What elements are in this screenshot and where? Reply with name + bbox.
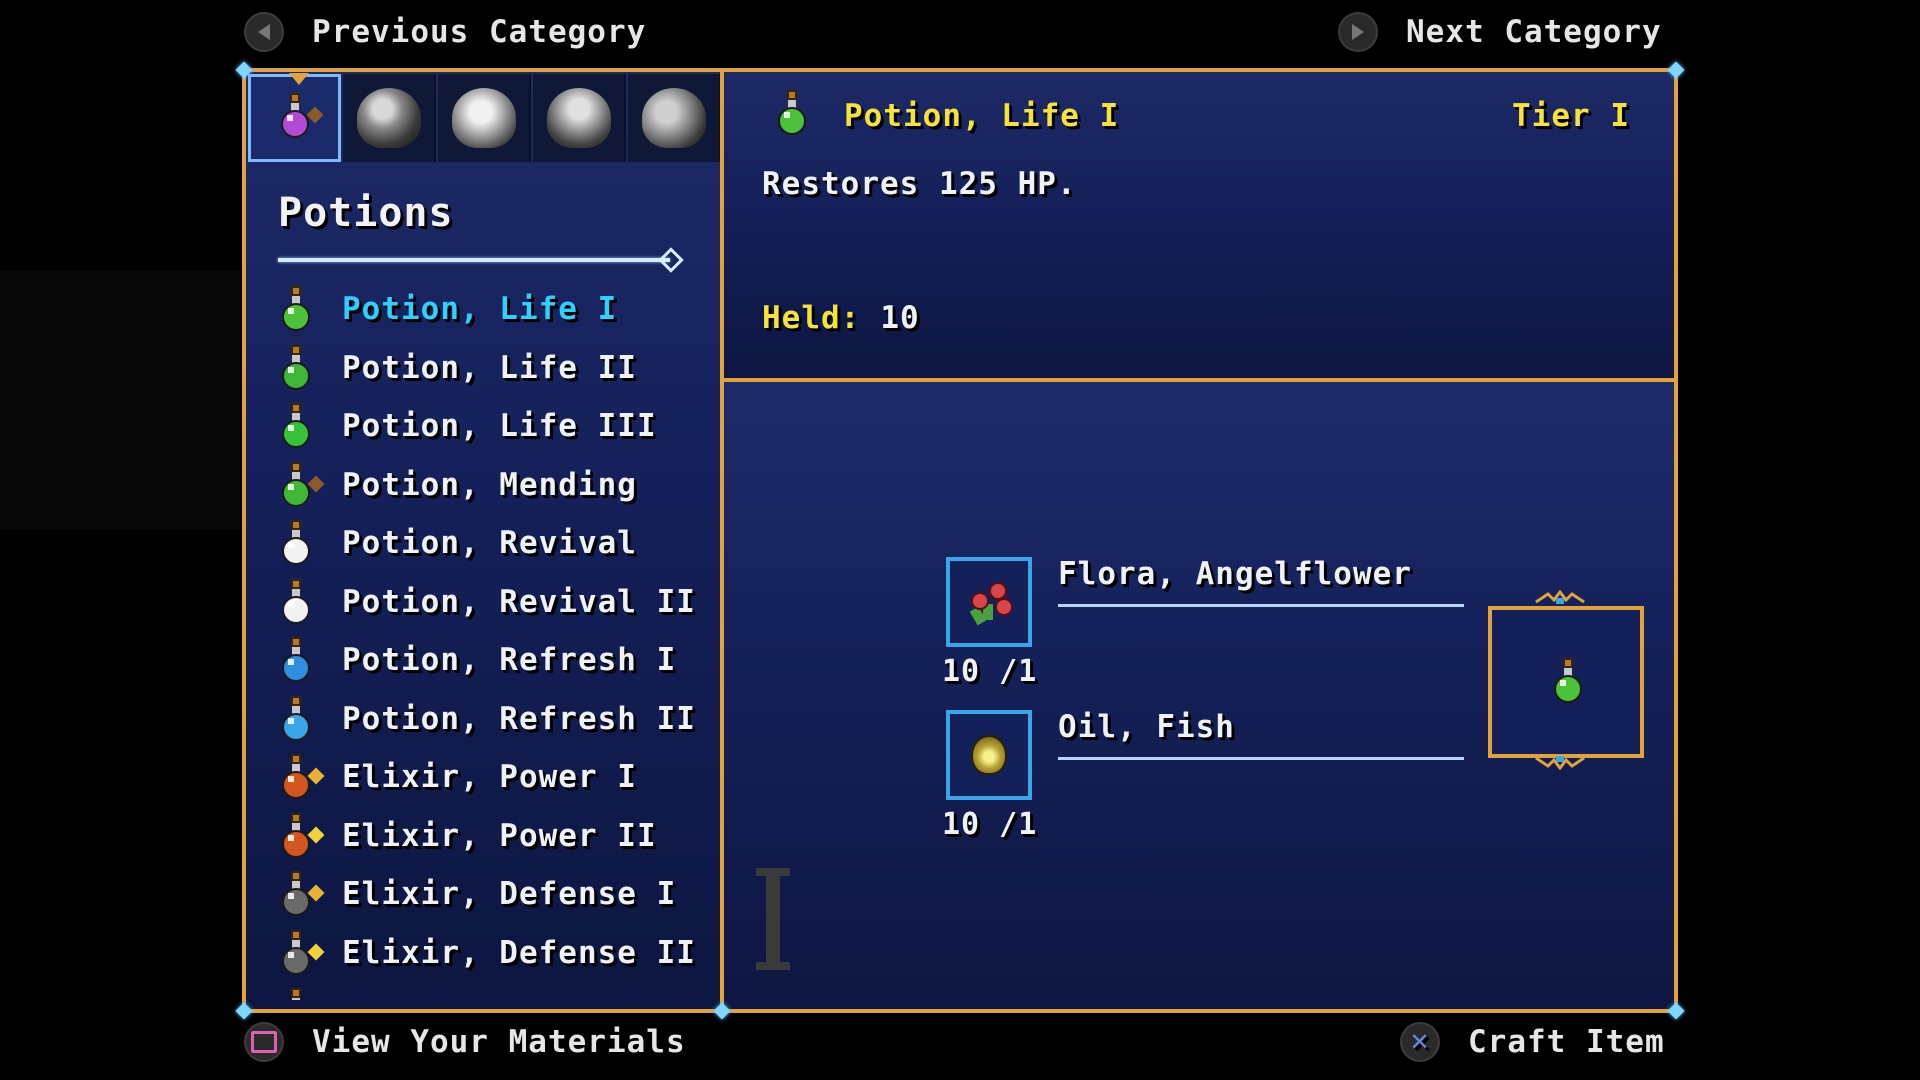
held-value: 10 <box>880 300 920 336</box>
material-slot[interactable] <box>946 557 1032 647</box>
potion-icon <box>276 928 325 978</box>
list-item-label: Elixir, Defense I <box>342 876 677 913</box>
material-name: Flora, Angelflower <box>1058 556 1412 592</box>
item-description: Restores 125 HP. <box>762 166 1077 202</box>
potion-category-icon <box>275 91 323 145</box>
active-tab-marker-icon <box>289 73 309 85</box>
list-item[interactable]: Elixir, Power I <box>276 748 716 807</box>
angelflower-icon <box>961 578 1017 626</box>
character-portrait-icon <box>451 88 516 148</box>
corner-ornament <box>1667 1002 1685 1020</box>
potion-icon <box>276 460 325 510</box>
list-item[interactable]: Potion, Mending <box>276 456 716 515</box>
material-name: Oil, Fish <box>1058 709 1235 745</box>
potion-icon <box>276 343 316 393</box>
text-cursor-icon <box>756 868 790 970</box>
potion-icon <box>276 811 325 861</box>
list-item-label: Potion, Life I <box>342 291 618 328</box>
ornament-bottom-icon <box>1535 756 1585 770</box>
material-count: 10 /1 <box>942 807 1038 842</box>
material-underline <box>1058 604 1464 607</box>
list-item-label: Potion, Refresh II <box>342 700 696 737</box>
corner-ornament <box>1667 61 1685 79</box>
character-portrait-icon <box>546 88 611 148</box>
held-count: Held: 10 <box>762 300 920 336</box>
potion-icon <box>276 401 316 451</box>
corner-ornament <box>235 1002 253 1020</box>
crafted-item-slot[interactable] <box>1488 606 1644 758</box>
potion-icon <box>276 986 316 1000</box>
recipe-list[interactable]: Potion, Life I Potion, Life II Potion, Lif… <box>276 280 716 1000</box>
list-item[interactable]: Potion, Life II <box>276 339 716 398</box>
background-scene <box>0 270 240 530</box>
material-count: 10 /1 <box>942 654 1038 689</box>
potion-icon <box>276 694 316 744</box>
list-item-label: Elixir, Power II <box>342 817 657 854</box>
material-underline <box>1058 757 1464 760</box>
tab-potions[interactable] <box>248 73 341 162</box>
l1-button-icon <box>244 12 284 52</box>
potion-icon <box>276 577 316 627</box>
item-tier: Tier I <box>1512 98 1630 134</box>
view-materials-prompt[interactable]: View Your Materials <box>244 1022 686 1062</box>
list-item-label: Elixir, Power I <box>342 759 637 796</box>
tab-character-3[interactable] <box>533 74 626 162</box>
ornament-top-icon <box>1535 590 1585 604</box>
list-item-label: Potion, Revival <box>342 525 637 562</box>
list-item-label: Potion, Refresh I <box>342 642 677 679</box>
list-item[interactable]: Elixir, Power II <box>276 807 716 866</box>
potion-icon <box>276 518 316 568</box>
potion-icon <box>276 635 316 685</box>
category-title: Potions <box>278 190 454 236</box>
item-name: Potion, Life I <box>844 98 1120 134</box>
item-list-panel: Potions Potion, Life I Potion, Life II Pot… <box>235 61 724 1020</box>
potion-icon <box>276 752 325 802</box>
list-item[interactable]: Potion, Revival <box>276 514 716 573</box>
list-item[interactable]: Potion, Refresh II <box>276 690 716 749</box>
tab-character-1[interactable] <box>343 74 436 162</box>
view-materials-label: View Your Materials <box>312 1024 686 1060</box>
list-item[interactable]: Potion, Life III <box>276 397 716 456</box>
item-detail-panel: Potion, Life I Tier I Restores 125 HP. H… <box>720 61 1685 382</box>
potion-life-icon <box>1548 656 1588 710</box>
list-item-label: Potion, Revival II <box>342 583 696 620</box>
list-item[interactable]: Potion, Refresh I <box>276 631 716 690</box>
list-item-label: Potion, Life II <box>342 349 637 386</box>
held-label: Held: <box>762 300 861 336</box>
list-item-label: Potion, Mending <box>342 466 637 503</box>
potion-life-icon <box>772 88 812 142</box>
craft-item-label: Craft Item <box>1468 1024 1665 1060</box>
square-button-icon <box>244 1022 284 1062</box>
list-item[interactable] <box>276 982 716 1000</box>
list-item-label: Potion, Life III <box>342 408 657 445</box>
material-slot[interactable] <box>946 710 1032 800</box>
list-item-label: Elixir, Defense II <box>342 934 696 971</box>
character-portrait-icon <box>641 88 706 148</box>
list-item[interactable]: Potion, Revival II <box>276 573 716 632</box>
character-portrait-icon <box>356 88 421 148</box>
potion-icon <box>276 869 325 919</box>
potion-icon <box>276 284 316 334</box>
tab-character-4[interactable] <box>628 74 721 162</box>
fish-oil-icon <box>971 735 1007 775</box>
list-item[interactable]: Potion, Life I <box>276 280 716 339</box>
recipe-panel: Flora, Angelflower 10 /1 Oil, Fish 10 /1 <box>713 378 1685 1020</box>
cross-button-icon: ✕ <box>1400 1022 1440 1062</box>
tab-character-2[interactable] <box>438 74 531 162</box>
next-category-label: Next Category <box>1406 14 1662 50</box>
craft-item-prompt[interactable]: ✕ Craft Item <box>1400 1022 1665 1062</box>
r1-button-icon <box>1338 12 1378 52</box>
category-tabs <box>248 73 723 162</box>
next-category-prompt[interactable]: Next Category <box>1338 12 1662 52</box>
title-divider <box>278 258 670 262</box>
previous-category-label: Previous Category <box>312 14 647 50</box>
previous-category-prompt[interactable]: Previous Category <box>244 12 646 52</box>
list-item[interactable]: Elixir, Defense II <box>276 924 716 983</box>
list-item[interactable]: Elixir, Defense I <box>276 865 716 924</box>
